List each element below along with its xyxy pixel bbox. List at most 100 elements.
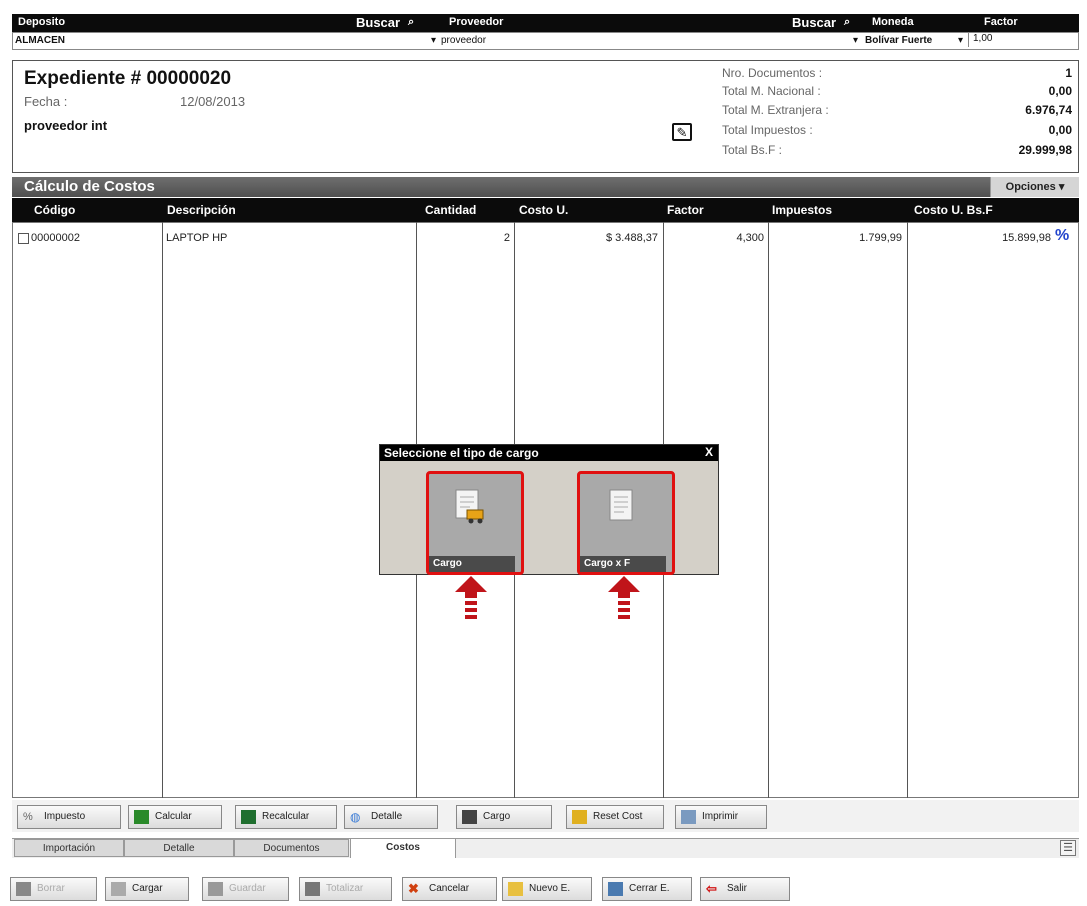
trash-icon bbox=[16, 882, 31, 896]
search-icon[interactable]: ⌕ bbox=[844, 16, 850, 29]
cargo-x-f-button-label: Cargo x F bbox=[580, 556, 666, 572]
guardar-button[interactable]: Guardar bbox=[202, 877, 289, 901]
opciones-menu[interactable]: Opciones ▾ bbox=[990, 177, 1079, 197]
total-impuestos-value: 0,00 bbox=[1048, 123, 1072, 137]
factor-field[interactable]: 1,00 bbox=[968, 33, 1073, 47]
nro-documentos-value: 1 bbox=[1065, 66, 1072, 80]
tab-costos[interactable]: Costos bbox=[350, 838, 456, 858]
calcular-button[interactable]: Calcular bbox=[128, 805, 222, 829]
arrow-up-icon bbox=[608, 576, 640, 619]
document-icon bbox=[609, 489, 633, 521]
salir-button[interactable]: ⇦ Salir bbox=[700, 877, 790, 901]
section-title: Cálculo de Costos bbox=[24, 178, 155, 195]
totalizar-button[interactable]: Totalizar bbox=[299, 877, 392, 901]
reset-cost-label: Reset Cost bbox=[593, 811, 643, 822]
col-factor[interactable]: Factor bbox=[667, 203, 704, 217]
cargo-type-dialog: Seleccione el tipo de cargo X Cargo Carg… bbox=[379, 444, 719, 575]
cell-descripcion: LAPTOP HP bbox=[166, 232, 228, 244]
chevron-down-icon[interactable]: ▾ bbox=[958, 35, 963, 46]
printer-icon bbox=[681, 810, 696, 824]
grid-header: Código Descripción Cantidad Costo U. Fac… bbox=[12, 198, 1079, 222]
recalcular-button[interactable]: Recalcular bbox=[235, 805, 337, 829]
row-checkbox[interactable] bbox=[18, 233, 29, 244]
impuesto-button[interactable]: % Impuesto bbox=[17, 805, 121, 829]
cell-factor: 4,300 bbox=[736, 232, 764, 244]
reset-cost-button[interactable]: Reset Cost bbox=[566, 805, 664, 829]
cell-impuestos: 1.799,99 bbox=[859, 232, 902, 244]
grid-divider bbox=[768, 222, 769, 798]
proveedor-label: Proveedor bbox=[449, 16, 504, 28]
impuesto-label: Impuesto bbox=[44, 811, 86, 822]
totalizar-label: Totalizar bbox=[326, 883, 364, 894]
nro-documentos-label: Nro. Documentos : bbox=[722, 66, 823, 80]
close-icon[interactable]: X bbox=[705, 445, 713, 459]
edit-icon[interactable]: ✎ bbox=[672, 123, 692, 141]
grid-settings-icon[interactable]: ☰ bbox=[1060, 840, 1076, 856]
cargo-button-label: Cargo bbox=[429, 556, 515, 572]
arrow-up-icon bbox=[455, 576, 487, 619]
salir-label: Salir bbox=[727, 883, 748, 894]
dialog-titlebar: Seleccione el tipo de cargo X bbox=[380, 445, 718, 461]
total-nacional-value: 0,00 bbox=[1048, 84, 1072, 98]
cargo-toolbar-button[interactable]: Cargo bbox=[456, 805, 552, 829]
cargo-toolbar-label: Cargo bbox=[483, 811, 511, 822]
total-extranjera-label: Total M. Extranjera : bbox=[722, 103, 829, 117]
magnifier-icon: ◍ bbox=[350, 810, 361, 824]
total-bsf-label: Total Bs.F : bbox=[722, 143, 783, 157]
borrar-button[interactable]: Borrar bbox=[10, 877, 97, 901]
cancelar-button[interactable]: ✖ Cancelar bbox=[402, 877, 497, 901]
document-truck-icon bbox=[455, 489, 484, 524]
cargar-button[interactable]: Cargar bbox=[105, 877, 189, 901]
calculator-icon bbox=[134, 810, 149, 824]
cargo-button[interactable]: Cargo bbox=[426, 471, 524, 575]
total-extranjera-value: 6.976,74 bbox=[1025, 103, 1072, 117]
top-header: Deposito Buscar ⌕ Proveedor Buscar ⌕ Mon… bbox=[12, 14, 1079, 32]
col-costo[interactable]: Costo U. bbox=[519, 203, 568, 217]
cancel-icon: ✖ bbox=[408, 881, 419, 896]
recalcular-label: Recalcular bbox=[262, 811, 310, 822]
percent-icon[interactable]: % bbox=[1055, 227, 1069, 245]
load-icon bbox=[111, 882, 126, 896]
header-values-row: ALMACEN ▾ proveedor ▾ Bolívar Fuerte ▾ 1… bbox=[12, 32, 1079, 50]
cargar-label: Cargar bbox=[132, 883, 163, 894]
chevron-down-icon[interactable]: ▾ bbox=[853, 35, 858, 46]
fecha-value: 12/08/2013 bbox=[180, 94, 246, 109]
tab-documentos[interactable]: Documentos bbox=[234, 839, 349, 857]
tab-importacion[interactable]: Importación bbox=[14, 839, 124, 857]
moneda-field[interactable]: Bolívar Fuerte bbox=[865, 35, 932, 46]
chevron-down-icon[interactable]: ▾ bbox=[431, 35, 436, 46]
factor-label: Factor bbox=[984, 16, 1018, 28]
cancelar-label: Cancelar bbox=[429, 883, 470, 894]
col-impuestos[interactable]: Impuestos bbox=[772, 203, 832, 217]
guardar-label: Guardar bbox=[229, 883, 266, 894]
folder-icon bbox=[508, 882, 523, 896]
nuevo-e-button[interactable]: Nuevo E. bbox=[502, 877, 592, 901]
cell-codigo: 00000002 bbox=[31, 232, 80, 244]
calcular-label: Calcular bbox=[155, 811, 192, 822]
col-descripcion[interactable]: Descripción bbox=[167, 203, 236, 217]
cerrar-e-label: Cerrar E. bbox=[629, 883, 670, 894]
search-icon[interactable]: ⌕ bbox=[408, 16, 414, 29]
save-icon bbox=[208, 882, 223, 896]
cell-cantidad: 2 bbox=[503, 232, 510, 244]
cell-costo: $ 3.488,37 bbox=[606, 232, 658, 244]
detalle-button[interactable]: ◍ Detalle bbox=[344, 805, 438, 829]
proveedor-field[interactable]: proveedor bbox=[441, 35, 486, 46]
col-codigo[interactable]: Código bbox=[34, 203, 75, 217]
cerrar-e-button[interactable]: Cerrar E. bbox=[602, 877, 692, 901]
cell-costo-bs: 15.899,98 bbox=[1002, 232, 1051, 244]
expediente-title: Expediente # 00000020 bbox=[24, 68, 232, 89]
buscar-deposito-button[interactable]: Buscar bbox=[356, 15, 400, 30]
col-costo-bs[interactable]: Costo U. Bs.F bbox=[914, 203, 993, 217]
buscar-proveedor-button[interactable]: Buscar bbox=[792, 15, 836, 30]
tab-detalle[interactable]: Detalle bbox=[124, 839, 234, 857]
cargo-x-f-button[interactable]: Cargo x F bbox=[577, 471, 675, 575]
reset-icon bbox=[572, 810, 587, 824]
deposito-field[interactable]: ALMACEN bbox=[15, 35, 65, 46]
moneda-label: Moneda bbox=[872, 16, 914, 28]
col-cantidad[interactable]: Cantidad bbox=[425, 203, 476, 217]
total-nacional-label: Total M. Nacional : bbox=[722, 84, 821, 98]
imprimir-button[interactable]: Imprimir bbox=[675, 805, 767, 829]
chevron-down-icon: ▾ bbox=[1058, 181, 1065, 193]
borrar-label: Borrar bbox=[37, 883, 65, 894]
